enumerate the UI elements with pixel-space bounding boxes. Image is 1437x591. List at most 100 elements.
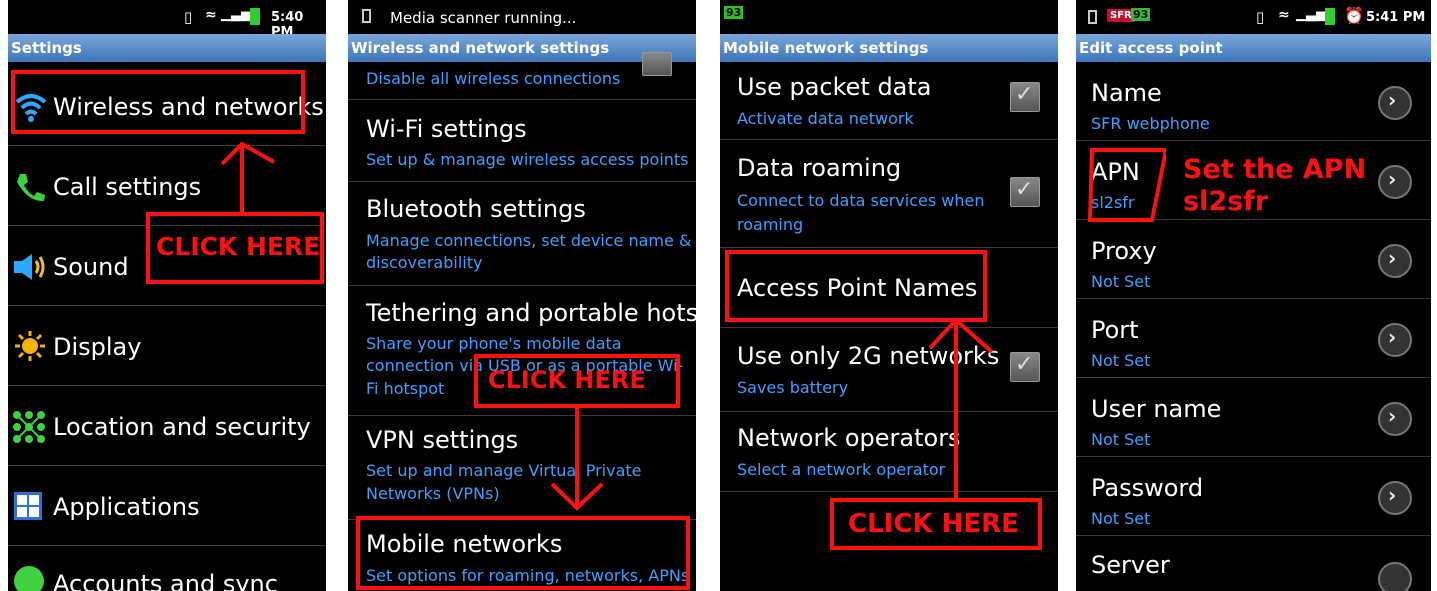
menu-item-network-operators[interactable]: Network operators Select a network opera… (720, 412, 1058, 492)
chevron-glyph: › (1388, 167, 1397, 191)
field-value: Not Set (1091, 351, 1151, 370)
applications-icon (14, 492, 42, 520)
title-bar: Settings (8, 34, 326, 62)
callout-text-line2: sl2sfr (1183, 186, 1269, 217)
item-label: Call settings (53, 173, 202, 201)
vibrate-icon: ▯ (1256, 8, 1265, 26)
highlight-outline (1087, 148, 1166, 222)
title-bar: Edit access point (1076, 34, 1431, 62)
item-title: Use packet data (737, 73, 932, 101)
checkmark-icon: ✓ (1015, 82, 1034, 107)
wifi-signal-icon: ≈ (205, 7, 217, 23)
field-title: Port (1091, 316, 1139, 344)
field-title: Name (1091, 79, 1162, 107)
item-title: Wi-Fi settings (366, 115, 527, 143)
menu-item-vpn-settings[interactable]: VPN settings Set up and manage Virtual P… (348, 416, 696, 520)
item-label: Sound (53, 253, 129, 281)
item-title: Bluetooth settings (366, 195, 586, 223)
screen-mobile-network-settings: 93 Mobile network settings Use packet da… (720, 0, 1058, 591)
chevron-glyph: › (1388, 483, 1397, 507)
sun-icon (15, 331, 45, 361)
screen-settings: ▯ ≈ ▁▃▅ 5:40 PM Settings Wireless and ne… (8, 0, 326, 591)
checkmark-icon: ✓ (1015, 352, 1034, 377)
field-server[interactable]: Server (1076, 536, 1431, 591)
field-title: Server (1091, 551, 1170, 579)
highlight-box (725, 250, 987, 322)
item-label: Location and security (53, 413, 311, 441)
arrow-up-icon (928, 317, 994, 502)
highlight-box (356, 516, 690, 590)
title-bar: Mobile network settings (720, 34, 1058, 62)
chevron-glyph: › (1388, 325, 1397, 349)
field-proxy[interactable]: Proxy Not Set › (1076, 220, 1431, 299)
item-summary-line2: Networks (VPNs) (366, 484, 500, 503)
status-bar: SFR 93 ▯ ≈ ▁▃▅ ⏰ 5:41 PM (1076, 0, 1431, 34)
menu-item-accounts[interactable]: Accounts and sync (8, 546, 326, 591)
alarm-icon: ⏰ (1344, 6, 1364, 25)
chevron-glyph: › (1388, 88, 1397, 112)
cell-signal-icon: ▁▃▅ (1296, 7, 1326, 22)
menu-item-data-roaming[interactable]: Data roaming Connect to data services wh… (720, 140, 1058, 248)
notification-icon (362, 9, 371, 23)
field-username[interactable]: User name Not Set › (1076, 378, 1431, 457)
field-password[interactable]: Password Not Set › (1076, 457, 1431, 536)
sync-icon (14, 566, 44, 591)
field-value: SFR webphone (1091, 114, 1210, 133)
item-label: Display (53, 333, 142, 361)
item-title: VPN settings (366, 426, 519, 454)
screen-wireless-settings: Media scanner running... Wireless and ne… (348, 0, 696, 591)
menu-item-2g-only[interactable]: Use only 2G networks Saves battery ✓ (720, 328, 1058, 412)
chevron-glyph: › (1388, 404, 1397, 428)
chevron-right-icon (1378, 562, 1412, 591)
status-bar: ▯ ≈ ▁▃▅ 5:40 PM (8, 0, 326, 40)
item-label: Accounts and sync (53, 570, 278, 591)
wifi-signal-icon: ≈ (1278, 7, 1290, 23)
callout-text: CLICK HERE (488, 366, 646, 394)
arrow-up-icon (220, 141, 275, 213)
highlight-box (11, 70, 305, 134)
callout-text: CLICK HERE (156, 232, 321, 261)
location-grid-icon (13, 411, 45, 443)
status-bar: 93 (720, 0, 1058, 34)
field-value: Not Set (1091, 272, 1151, 291)
item-label: Applications (53, 493, 200, 521)
item-summary-line3: Fi hotspot (366, 379, 445, 398)
field-title: Proxy (1091, 237, 1157, 265)
field-value: Not Set (1091, 430, 1151, 449)
field-name[interactable]: Name SFR webphone › (1076, 62, 1431, 141)
battery-icon (1325, 8, 1335, 25)
item-summary: Manage connections, set device name & (366, 231, 692, 250)
item-title: Tethering and portable hotsp (366, 299, 696, 327)
status-bar: Media scanner running... (348, 0, 696, 34)
phone-icon (17, 174, 45, 202)
field-title: Password (1091, 474, 1204, 502)
item-summary: Activate data network (737, 109, 914, 128)
item-summary: Connect to data services when (737, 191, 985, 210)
clock: 5:41 PM (1366, 10, 1426, 25)
airplane-mode-row[interactable]: Disable all wireless connections (348, 52, 696, 100)
menu-item-packet-data[interactable]: Use packet data Activate data network ✓ (720, 62, 1058, 140)
menu-item-bluetooth-settings[interactable]: Bluetooth settings Manage connections, s… (348, 182, 696, 286)
airplane-mode-checkbox[interactable] (642, 52, 672, 76)
field-value: Not Set (1091, 509, 1151, 528)
notification-badge: 93 (724, 6, 744, 19)
menu-item-display[interactable]: Display (8, 306, 326, 386)
battery-icon (250, 8, 260, 25)
status-text: Media scanner running... (390, 9, 577, 27)
item-title: Data roaming (737, 154, 902, 182)
item-summary-line2: roaming (737, 215, 804, 234)
arrow-down-icon (550, 406, 604, 511)
field-title: User name (1091, 395, 1222, 423)
speaker-icon (14, 254, 45, 280)
menu-item-applications[interactable]: Applications (8, 466, 326, 546)
menu-item-wifi-settings[interactable]: Wi-Fi settings Set up & manage wireless … (348, 100, 696, 182)
item-summary: Select a network operator (737, 460, 946, 479)
field-port[interactable]: Port Not Set › (1076, 299, 1431, 378)
callout-text: CLICK HERE (848, 509, 1019, 539)
notification-badge: 93 (1131, 8, 1151, 21)
item-summary: Disable all wireless connections (366, 69, 621, 88)
notification-icon (1088, 10, 1097, 24)
menu-item-location[interactable]: Location and security (8, 386, 326, 466)
cell-signal-icon: ▁▃▅ (221, 7, 251, 22)
item-summary: Saves battery (737, 378, 849, 397)
